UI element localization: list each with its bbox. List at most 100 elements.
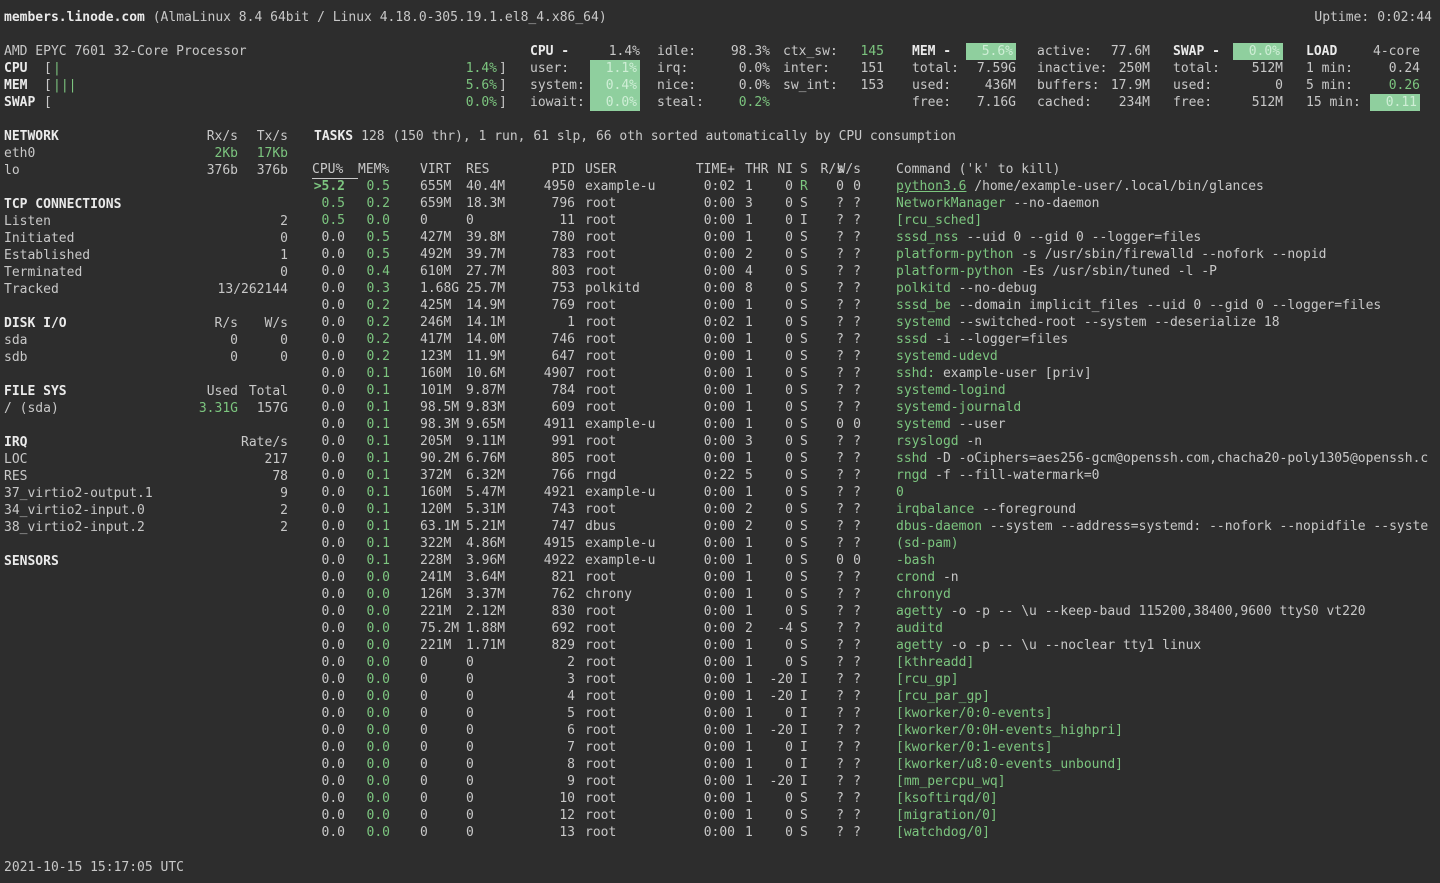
process-row: 0.00.5427M39.8M780root0:0010S??sssd_nss … xyxy=(0,229,1440,246)
command: 0 xyxy=(896,484,904,501)
stat-value-steal: 0.2% xyxy=(640,94,770,111)
mem-gauge-percent: 5.6% xyxy=(397,77,497,94)
time: 0:00 xyxy=(665,722,735,739)
command-args: --no-debug xyxy=(951,281,1037,296)
command: [kworker/u8:0-events_unbound] xyxy=(896,756,1123,773)
process-row: 0.50.00011root0:0010I??[rcu_sched] xyxy=(0,212,1440,229)
pid: 11 xyxy=(495,212,575,229)
virt: 98.5M xyxy=(420,399,459,416)
process-row: 0.00.00013root0:0010S??[watchdog/0] xyxy=(0,824,1440,841)
pid: 5 xyxy=(495,705,575,722)
pid: 4922 xyxy=(495,552,575,569)
pid: 1 xyxy=(495,314,575,331)
command-name: NetworkManager xyxy=(896,196,1006,211)
command-args: --foreground xyxy=(974,502,1076,517)
process-row: 0.00.1120M5.31M743root0:0020S??irqbalanc… xyxy=(0,501,1440,518)
uptime: Uptime:0:02:44 xyxy=(1140,9,1432,26)
res: 0 xyxy=(466,824,474,841)
user: root xyxy=(585,195,616,212)
command-name: [watchdog/0] xyxy=(896,825,990,840)
stat-value-free: 7.16G xyxy=(886,94,1016,111)
virt: 0 xyxy=(420,773,428,790)
virt: 205M xyxy=(420,433,451,450)
uptime-value: 0:02:44 xyxy=(1369,10,1432,25)
process-row: 0.00.1160M5.47M4921example-u0:0010S??0 xyxy=(0,484,1440,501)
user: example-u xyxy=(585,552,655,569)
write-rate: ? xyxy=(781,246,861,263)
command: platform-python -Es /usr/sbin/tuned -l -… xyxy=(896,263,1217,280)
command-args: --user xyxy=(951,417,1006,432)
process-row: 0.50.2659M18.3M796root0:0030S??NetworkMa… xyxy=(0,195,1440,212)
time: 0:00 xyxy=(665,365,735,382)
virt: 221M xyxy=(420,603,451,620)
user: root xyxy=(585,501,616,518)
pid: 13 xyxy=(495,824,575,841)
time: 0:00 xyxy=(665,671,735,688)
command: rsyslogd -n xyxy=(896,433,982,450)
pid: 796 xyxy=(495,195,575,212)
command-name: chronyd xyxy=(896,587,951,602)
user: root xyxy=(585,433,616,450)
virt: 655M xyxy=(420,178,451,195)
time: 0:00 xyxy=(665,399,735,416)
command-args: --uid 0 --gid 0 --logger=files xyxy=(959,230,1202,245)
user: root xyxy=(585,756,616,773)
write-rate: ? xyxy=(781,637,861,654)
command-name: sshd: xyxy=(896,366,935,381)
pid: 766 xyxy=(495,467,575,484)
stat-value-inactive: 250M xyxy=(1020,60,1150,77)
command: python3.6 /home/example-user/.local/bin/… xyxy=(896,178,1264,195)
time: 0:00 xyxy=(665,688,735,705)
hostname: members.linode.com xyxy=(4,10,145,25)
pid: 746 xyxy=(495,331,575,348)
process-row: 0.00.5492M39.7M783root0:0020S??platform-… xyxy=(0,246,1440,263)
command-args: --switched-root --system --deserialize 1… xyxy=(951,315,1280,330)
pid: 991 xyxy=(495,433,575,450)
command-name: [ksoftirqd/0] xyxy=(896,791,998,806)
process-row: 0.00.1101M9.87M784root0:0010S??systemd-l… xyxy=(0,382,1440,399)
user: root xyxy=(585,365,616,382)
command-name: python3.6 xyxy=(896,179,966,194)
command: sshd -D -oCiphers=aes256-gcm@openssh.com… xyxy=(896,450,1428,467)
glances-terminal[interactable]: members.linode.com (AlmaLinux 8.4 64bit … xyxy=(0,0,1440,883)
user: example-u xyxy=(585,416,655,433)
stat-value-load: 4-core xyxy=(1290,43,1420,60)
user: root xyxy=(585,671,616,688)
command-name: [rcu_sched] xyxy=(896,213,982,228)
user: root xyxy=(585,620,616,637)
mem-percent: 0.0 xyxy=(310,637,390,654)
command-name: agetty xyxy=(896,638,943,653)
time: 0:00 xyxy=(665,297,735,314)
command-name: [kworker/0:1-events] xyxy=(896,740,1053,755)
pid: 4915 xyxy=(495,535,575,552)
pid: 3 xyxy=(495,671,575,688)
virt: 221M xyxy=(420,637,451,654)
command-args: --no-daemon xyxy=(1006,196,1100,211)
stat-value-used: 0 xyxy=(1153,77,1283,94)
pid: 4907 xyxy=(495,365,575,382)
mem-percent: 0.2 xyxy=(310,195,390,212)
command-name: [kworker/0:0-events] xyxy=(896,706,1053,721)
mem-percent: 0.0 xyxy=(310,773,390,790)
stat-value-1-min: 0.24 xyxy=(1290,60,1420,77)
pid: 12 xyxy=(495,807,575,824)
command: irqbalance --foreground xyxy=(896,501,1076,518)
command: [ksoftirqd/0] xyxy=(896,790,998,807)
write-rate: ? xyxy=(781,433,861,450)
command-name: systemd-journald xyxy=(896,400,1021,415)
pid: 10 xyxy=(495,790,575,807)
pid: 780 xyxy=(495,229,575,246)
user: root xyxy=(585,705,616,722)
col-header-w-s: W/s xyxy=(771,161,861,178)
mem-percent: 0.0 xyxy=(310,586,390,603)
time: 0:00 xyxy=(665,382,735,399)
stat-value-text-inactive: 250M xyxy=(1119,61,1150,76)
write-rate: ? xyxy=(781,263,861,280)
command: platform-python -s /usr/sbin/firewalld -… xyxy=(896,246,1326,263)
time: 0:00 xyxy=(665,450,735,467)
write-rate: ? xyxy=(781,365,861,382)
time: 0:00 xyxy=(665,569,735,586)
command: systemd --switched-root --system --deser… xyxy=(896,314,1280,331)
col-b-header-network: Tx/s xyxy=(188,128,288,145)
value-b-text: 376b xyxy=(257,163,288,178)
